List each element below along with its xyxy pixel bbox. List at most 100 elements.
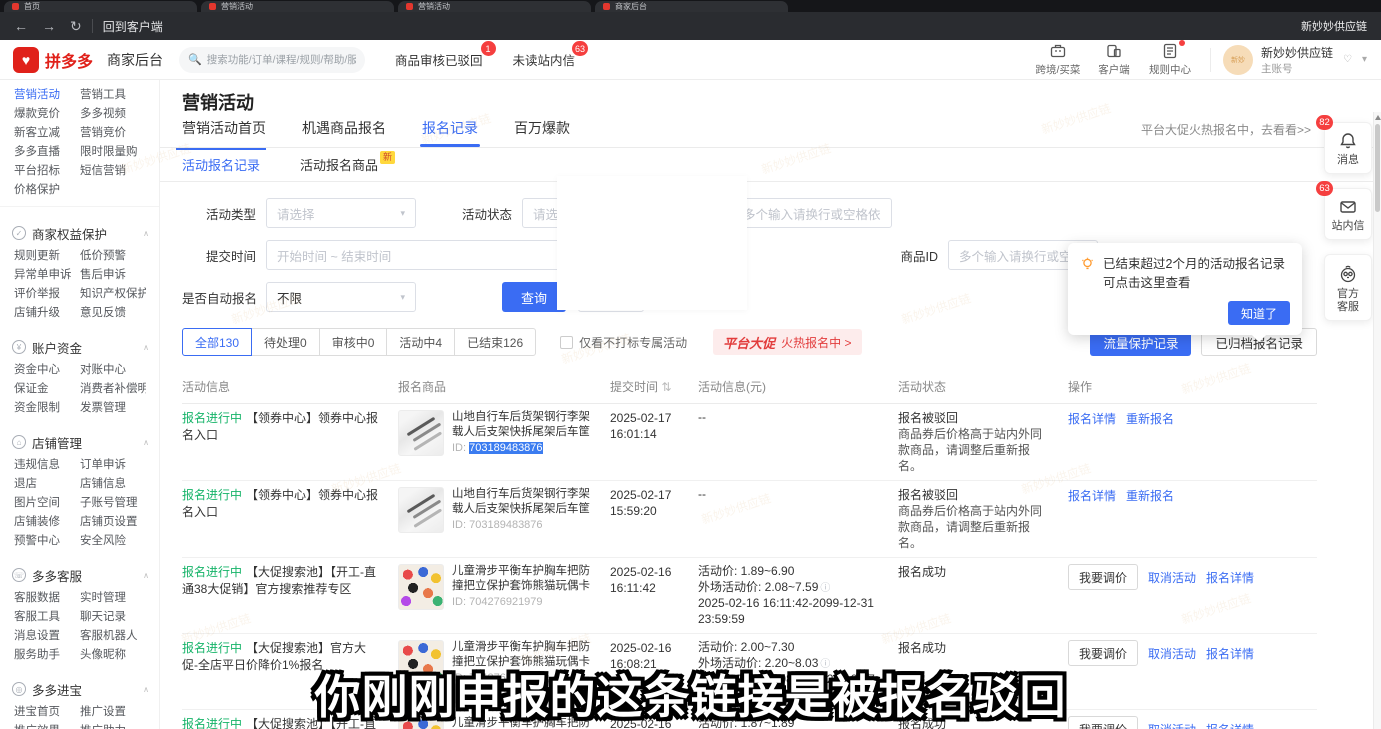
subtab-activity-records[interactable]: 活动报名记录 [182, 148, 260, 181]
subtab-activity-goods[interactable]: 活动报名商品新 [300, 148, 395, 181]
sidebar-item[interactable]: 预警中心 [14, 532, 80, 548]
col-submit-time[interactable]: 提交时间 ⇅ [610, 378, 698, 395]
sidebar-item[interactable]: 资金中心 [14, 361, 80, 377]
pinduoduo-logo-icon[interactable]: ♥ [13, 47, 39, 73]
sidebar-item[interactable]: 对账中心 [80, 361, 146, 377]
tab-million-hits[interactable]: 百万爆款 [514, 118, 570, 147]
sidebar-item[interactable]: 低价预警 [80, 247, 146, 263]
product-thumbnail[interactable] [398, 487, 444, 533]
search-input[interactable]: 🔍 搜索功能/订单/课程/规则/帮助/服务 [179, 47, 365, 73]
refresh-icon[interactable]: ↻ [70, 19, 82, 33]
sidebar-item[interactable]: 营销竞价 [80, 124, 146, 140]
collapse-icon[interactable]: ∧ [143, 571, 149, 580]
operation-link[interactable]: 报名详情 [1206, 569, 1254, 586]
browser-tab[interactable]: 商家后台 [595, 1, 788, 12]
sidebar-item[interactable]: 异常单申诉 [14, 266, 80, 282]
browser-tab[interactable]: 首页 [4, 1, 197, 12]
sidebar-item[interactable]: 新客立减 [14, 124, 80, 140]
sidebar-item[interactable]: 实时管理 [80, 589, 146, 605]
sidebar-item[interactable]: 子账号管理 [80, 494, 146, 510]
operation-link[interactable]: 重新报名 [1126, 487, 1174, 504]
sidebar-item[interactable]: 服务助手 [14, 646, 80, 662]
activity-id-input[interactable]: 多个输入请换行或空格依次输入 [732, 198, 892, 228]
operation-link[interactable]: 报名详情 [1206, 645, 1254, 662]
scroll-up-icon[interactable] [1375, 115, 1381, 120]
messages-entry[interactable]: 82 消息 [1324, 122, 1372, 174]
sidebar-item[interactable]: 爆款竞价 [14, 105, 80, 121]
auto-signup-select[interactable]: 不限▾ [266, 282, 416, 312]
sidebar-item[interactable]: 发票管理 [80, 399, 146, 415]
operation-link[interactable]: 取消活动 [1148, 569, 1196, 586]
rules-center-entry[interactable]: 规则中心 [1142, 42, 1198, 77]
sidebar-item[interactable]: 店铺升级 [14, 304, 80, 320]
sidebar-item[interactable]: 违规信息 [14, 456, 80, 472]
brand-name[interactable]: 拼多多 [45, 48, 93, 72]
client-app-entry[interactable]: 客户端 [1086, 42, 1142, 77]
collapse-icon[interactable]: ∧ [143, 438, 149, 447]
status-chip[interactable]: 审核中0 [319, 328, 388, 356]
operation-link[interactable]: 报名详情 [1068, 410, 1116, 427]
sidebar-item[interactable]: 店铺页设置 [80, 513, 146, 529]
sidebar-group-header[interactable]: ⌂店铺管理∧ [0, 430, 159, 454]
crossborder-entry[interactable]: 跨境/买菜 [1030, 42, 1086, 77]
sidebar-group-header[interactable]: ☏多多客服∧ [0, 563, 159, 587]
adjust-price-button[interactable]: 我要调价 [1068, 564, 1138, 590]
avatar[interactable]: 新妙 [1223, 45, 1253, 75]
operation-link[interactable]: 报名详情 [1068, 487, 1116, 504]
sidebar-item[interactable]: 消息设置 [14, 627, 80, 643]
platform-sale-pill[interactable]: 平台大促 火热报名中 > [713, 329, 861, 355]
sidebar-item[interactable]: 店铺装修 [14, 513, 80, 529]
sidebar-item[interactable]: 营销工具 [80, 86, 146, 102]
sidebar-item[interactable]: 客服工具 [14, 608, 80, 624]
tab-signup-records[interactable]: 报名记录 [422, 118, 478, 147]
sidebar-item[interactable]: 客服机器人 [80, 627, 146, 643]
status-chip[interactable]: 活动中4 [386, 328, 455, 356]
scrollbar-thumb[interactable] [1375, 124, 1380, 212]
status-chip[interactable]: 全部130 [182, 328, 252, 356]
account-info[interactable]: 新妙妙供应链 主账号 [1261, 44, 1333, 76]
product-title[interactable]: 儿童滑步平衡车护胸车把防撞把立保护套饰熊猫玩偶卡通公仔把手装 [452, 564, 594, 594]
sidebar-item[interactable]: 订单申诉 [80, 456, 146, 472]
scrollbar[interactable] [1373, 112, 1381, 729]
sidebar-item[interactable]: 知识产权保护 [80, 285, 146, 301]
sidebar-item[interactable]: 多多直播 [14, 143, 80, 159]
sidebar-item[interactable]: 店铺信息 [80, 475, 146, 491]
sidebar-item[interactable]: 客服数据 [14, 589, 80, 605]
browser-tab[interactable]: 营销活动 [201, 1, 394, 12]
activity-type-select[interactable]: 请选择▾ [266, 198, 416, 228]
sidebar-item[interactable]: 评价举报 [14, 285, 80, 301]
only-untagged-checkbox[interactable] [560, 336, 573, 349]
product-id-value[interactable]: 704276921979 [469, 596, 542, 608]
address-text[interactable]: 回到客户端 [103, 18, 163, 35]
got-it-button[interactable]: 知道了 [1228, 301, 1290, 325]
sidebar-item[interactable]: 保证金 [14, 380, 80, 396]
audit-rejected-link[interactable]: 商品审核已驳回1 [395, 50, 483, 69]
product-title[interactable]: 山地自行车后货架钢行李架载人后支架快拆尾架后车筐通用骑行装备 [452, 410, 594, 440]
unread-mail-link[interactable]: 未读站内信63 [513, 50, 576, 69]
product-id-value[interactable]: 703189483876 [469, 519, 542, 531]
sidebar-item[interactable]: 意见反馈 [80, 304, 146, 320]
forward-icon[interactable]: → [42, 19, 56, 33]
product-thumbnail[interactable] [398, 564, 444, 610]
sidebar-item[interactable]: 平台招标 [14, 162, 80, 178]
sidebar-item[interactable]: 售后申诉 [80, 266, 146, 282]
sidebar-item[interactable]: 资金限制 [14, 399, 80, 415]
official-support-entry[interactable]: 官方 客服 [1324, 254, 1372, 321]
info-icon[interactable]: ⓘ [820, 583, 830, 594]
sidebar-item[interactable]: 聊天记录 [80, 608, 146, 624]
sidebar-item[interactable]: 多多视频 [80, 105, 146, 121]
operation-link[interactable]: 取消活动 [1148, 645, 1196, 662]
browser-tab[interactable]: 营销活动 [398, 1, 591, 12]
product-thumbnail[interactable] [398, 410, 444, 456]
sidebar-item[interactable]: 规则更新 [14, 247, 80, 263]
site-mail-entry[interactable]: 63 站内信 [1324, 188, 1372, 240]
sidebar-item[interactable]: 退店 [14, 475, 80, 491]
tab-marketing-home[interactable]: 营销活动首页 [182, 118, 266, 147]
sidebar-item[interactable]: 图片空间 [14, 494, 80, 510]
sidebar-item[interactable]: 消费者补偿明细 [80, 380, 146, 396]
collapse-icon[interactable]: ∧ [143, 229, 149, 238]
back-icon[interactable]: ← [14, 19, 28, 33]
promo-banner-link[interactable]: 平台大促火热报名中，去看看>> [1141, 121, 1311, 138]
operation-link[interactable]: 重新报名 [1126, 410, 1174, 427]
sidebar-item[interactable]: 营销活动 [14, 86, 80, 102]
